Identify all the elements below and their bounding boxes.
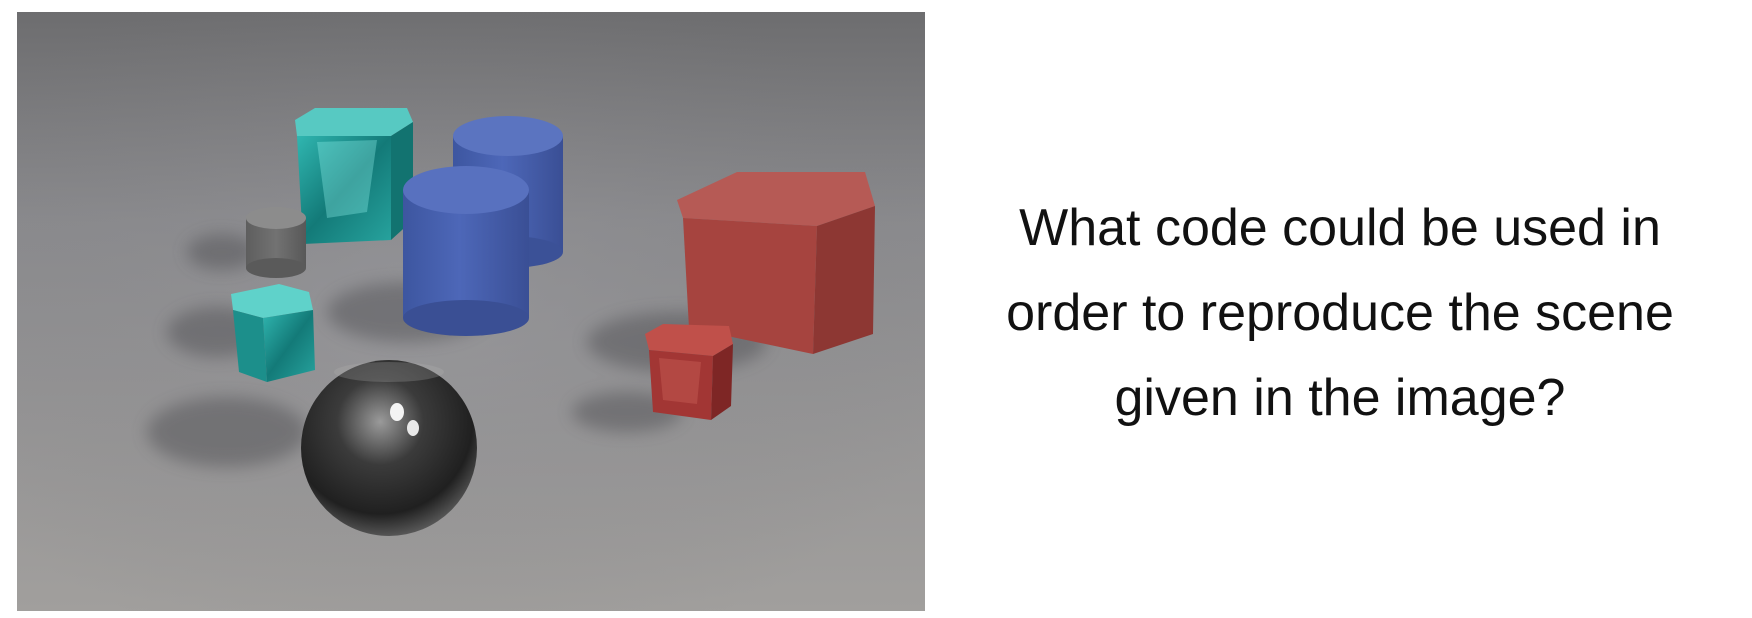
question-line-1: What code could be used in	[1019, 199, 1661, 257]
question-line-2: order to reproduce the scene	[1006, 284, 1674, 342]
question-text: What code could be used in order to repr…	[960, 186, 1720, 441]
large-cyan-metal-cube	[295, 108, 413, 244]
large-gray-metal-sphere	[301, 360, 477, 536]
small-gray-rubber-cylinder	[246, 207, 306, 278]
scene-svg	[17, 12, 925, 611]
large-blue-rubber-cylinder-front	[403, 166, 529, 336]
small-cyan-metal-cube	[231, 284, 315, 382]
small-red-metal-cube	[645, 324, 733, 420]
question-line-3: given in the image?	[1114, 369, 1566, 427]
scene-render	[17, 12, 925, 611]
